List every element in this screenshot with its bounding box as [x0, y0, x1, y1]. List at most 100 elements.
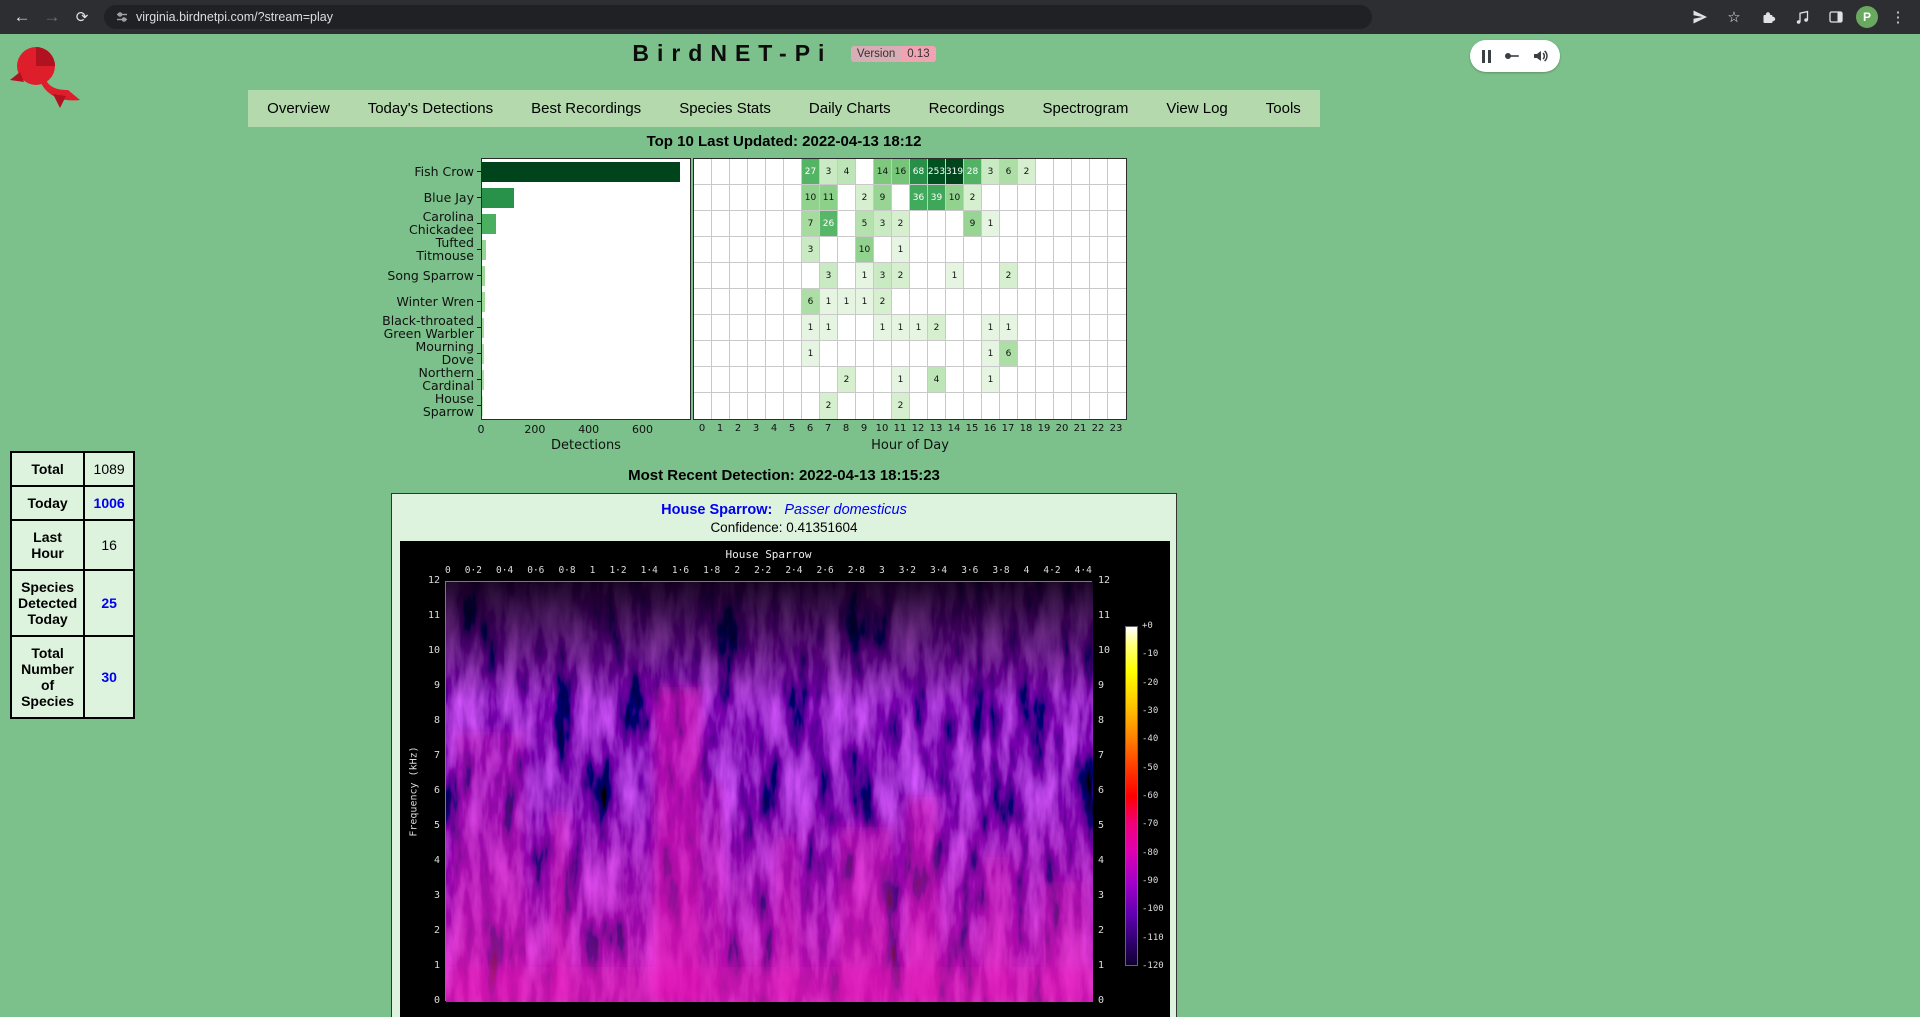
stat-value-link[interactable]: 30 [84, 636, 134, 718]
spec-xtick: 3·4 [930, 565, 947, 576]
spec-xtick: 2 [734, 565, 740, 576]
hour-tick: 4 [765, 423, 783, 436]
volume-icon[interactable] [1532, 48, 1548, 64]
heatmap-cell [694, 159, 712, 185]
media-controls-icon[interactable] [1788, 3, 1816, 31]
heatmap-cell [928, 211, 946, 237]
stats-row: Last Hour16 [11, 520, 134, 570]
hour-tick: 3 [747, 423, 765, 436]
heatmap-cell [1036, 367, 1054, 393]
nav-item-tools[interactable]: Tools [1247, 90, 1320, 127]
heatmap-cell [820, 367, 838, 393]
recent-detection-heading: Most Recent Detection: 2022-04-13 18:15:… [0, 467, 1568, 484]
species-label: Carolina Chickadee [381, 210, 477, 236]
site-info-icon[interactable] [116, 11, 128, 23]
heatmap-cell [856, 393, 874, 419]
species-label: Song Sparrow [387, 269, 477, 282]
nav-item-best-recordings[interactable]: Best Recordings [512, 90, 660, 127]
heatmap-cell [748, 289, 766, 315]
colorbar-tick: -100 [1142, 904, 1164, 914]
species-common-name-link[interactable]: House Sparrow: [661, 502, 772, 518]
stat-value: 16 [84, 520, 134, 570]
nav-item-species-stats[interactable]: Species Stats [660, 90, 790, 127]
side-panel-icon[interactable] [1822, 3, 1850, 31]
heatmap-cell [910, 237, 928, 263]
bookmark-star-icon[interactable]: ☆ [1720, 3, 1748, 31]
nav-item-today-s-detections[interactable]: Today's Detections [349, 90, 512, 127]
profile-avatar[interactable]: P [1856, 6, 1878, 28]
heatmap-cell [730, 211, 748, 237]
nav-item-view-log[interactable]: View Log [1147, 90, 1246, 127]
hour-tick: 2 [729, 423, 747, 436]
share-icon[interactable] [1686, 3, 1714, 31]
heatmap-cell [784, 393, 802, 419]
heatmap-cell [1054, 367, 1072, 393]
heatmap-cell [856, 341, 874, 367]
browser-menu-icon[interactable]: ⋮ [1884, 3, 1912, 31]
spectrogram-plot [445, 581, 1092, 1001]
reload-icon[interactable]: ⟳ [68, 3, 96, 31]
bar-row [482, 289, 690, 315]
extensions-icon[interactable] [1754, 3, 1782, 31]
seek-slider[interactable] [1505, 55, 1519, 57]
hour-tick: 13 [927, 423, 945, 436]
heatmap-cell [964, 315, 982, 341]
colorbar-tick: -40 [1142, 734, 1158, 744]
address-bar[interactable]: virginia.birdnetpi.com/?stream=play [104, 5, 1372, 29]
species-row: Song Sparrow [377, 262, 481, 288]
back-icon[interactable]: ← [8, 3, 36, 31]
nav-item-spectrogram[interactable]: Spectrogram [1023, 90, 1147, 127]
nav-item-daily-charts[interactable]: Daily Charts [790, 90, 910, 127]
heatmap-cell [694, 263, 712, 289]
heatmap-cell [1000, 393, 1018, 419]
spec-ytick-right: 11 [1098, 610, 1110, 621]
heatmap-row: 116 [694, 341, 1126, 367]
stats-row: Today1006 [11, 486, 134, 520]
stat-label: Last Hour [11, 520, 84, 570]
species-row: Winter Wren [377, 288, 481, 314]
heatmap-row: 1011293639102 [694, 185, 1126, 211]
colorbar-tick: -30 [1142, 706, 1158, 716]
heatmap-cell [910, 211, 928, 237]
nav-item-recordings[interactable]: Recordings [910, 90, 1024, 127]
species-row: Northern Cardinal [377, 366, 481, 392]
heatmap-cell [1090, 159, 1108, 185]
species-row: Carolina Chickadee [377, 210, 481, 236]
heatmap-cell [946, 289, 964, 315]
heatmap-cell [784, 289, 802, 315]
version-value: 0.13 [901, 46, 935, 62]
spec-xtick: 4 [1024, 565, 1030, 576]
stat-value-link[interactable]: 25 [84, 570, 134, 636]
species-scientific-name-link[interactable]: Passer domesticus [784, 502, 907, 518]
heatmap-cell: 3 [874, 263, 892, 289]
heatmap-cell [766, 289, 784, 315]
heatmap-cell [1018, 315, 1036, 341]
heatmap-cell [694, 237, 712, 263]
heatmap-cell [1108, 263, 1126, 289]
spec-xtick: 1·8 [703, 565, 720, 576]
stat-label: Total Number of Species [11, 636, 84, 718]
audio-player[interactable] [1470, 40, 1560, 72]
bar-row [482, 185, 690, 211]
heatmap-cell [874, 393, 892, 419]
heatmap-cell [1036, 237, 1054, 263]
heatmap-cell [1036, 263, 1054, 289]
detections-bar [482, 214, 496, 234]
species-label: House Sparrow [381, 392, 477, 418]
heatmap-cell [1054, 211, 1072, 237]
heatmap-row: 313212 [694, 263, 1126, 289]
nav-item-overview[interactable]: Overview [248, 90, 349, 127]
heatmap-cell: 253 [928, 159, 946, 185]
heatmap-cell [856, 315, 874, 341]
heatmap-cell [694, 289, 712, 315]
pause-button[interactable] [1482, 50, 1491, 63]
spec-ytick-right: 9 [1098, 680, 1104, 691]
detections-bar [482, 188, 514, 208]
heatmap-row: 72653291 [694, 211, 1126, 237]
detections-bar [482, 266, 485, 286]
heatmap-cell: 3 [874, 211, 892, 237]
heatmap-cell [1072, 315, 1090, 341]
colorbar-tick: -110 [1142, 933, 1164, 943]
bar-axis-tick: 0 [478, 423, 485, 436]
stat-value-link[interactable]: 1006 [84, 486, 134, 520]
